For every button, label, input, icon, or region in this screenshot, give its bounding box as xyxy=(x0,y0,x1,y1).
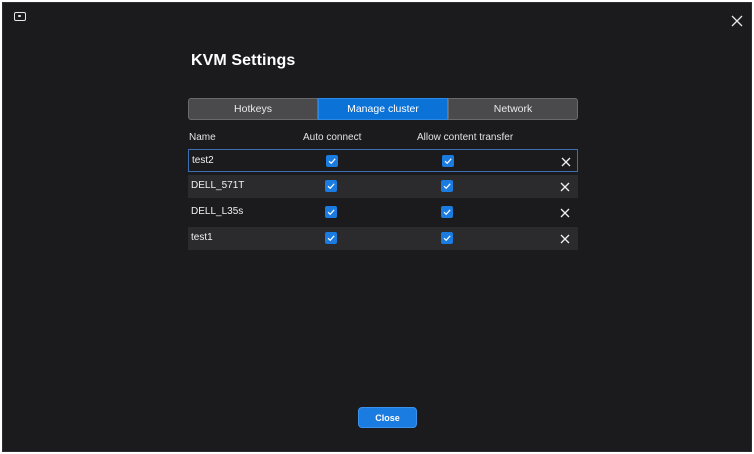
allow-content-transfer-checkbox[interactable] xyxy=(441,232,453,244)
checkmark-icon xyxy=(443,209,451,216)
allow-content-transfer-checkbox[interactable] xyxy=(441,206,453,218)
device-name: DELL_571T xyxy=(191,180,245,191)
device-name: test1 xyxy=(191,232,213,243)
table-row[interactable]: test2 xyxy=(188,149,578,172)
auto-connect-checkbox[interactable] xyxy=(325,232,337,244)
device-name: test2 xyxy=(192,155,214,166)
tab-hotkeys[interactable]: Hotkeys xyxy=(188,98,318,120)
table-row[interactable]: DELL_571T xyxy=(188,175,578,198)
kvm-settings-window: KVM Settings Hotkeys Manage cluster Netw… xyxy=(2,2,752,452)
auto-connect-checkbox[interactable] xyxy=(326,155,338,167)
checkmark-icon xyxy=(327,183,335,190)
checkmark-icon xyxy=(443,235,451,242)
auto-connect-checkbox[interactable] xyxy=(325,180,337,192)
device-name: DELL_L35s xyxy=(191,206,244,217)
checkmark-icon xyxy=(327,209,335,216)
column-header-allow-content-transfer: Allow content transfer xyxy=(417,132,514,143)
remove-device-close-icon[interactable] xyxy=(559,180,571,192)
column-header-name: Name xyxy=(189,132,216,143)
remove-device-close-icon[interactable] xyxy=(559,206,571,218)
checkmark-icon xyxy=(327,235,335,242)
table-row[interactable]: test1 xyxy=(188,227,578,250)
checkmark-icon xyxy=(443,183,451,190)
tab-manage-cluster[interactable]: Manage cluster xyxy=(318,98,448,120)
monitor-icon xyxy=(14,12,26,21)
allow-content-transfer-checkbox[interactable] xyxy=(441,180,453,192)
close-button[interactable]: Close xyxy=(358,407,417,428)
page-title: KVM Settings xyxy=(191,52,296,69)
remove-device-close-icon[interactable] xyxy=(560,155,572,167)
column-header-auto-connect: Auto connect xyxy=(303,132,362,143)
checkmark-icon xyxy=(444,158,452,165)
window-close-icon[interactable] xyxy=(729,13,745,29)
allow-content-transfer-checkbox[interactable] xyxy=(442,155,454,167)
remove-device-close-icon[interactable] xyxy=(559,232,571,244)
tab-network[interactable]: Network xyxy=(448,98,578,120)
table-row[interactable]: DELL_L35s xyxy=(188,201,578,224)
checkmark-icon xyxy=(328,158,336,165)
tab-bar: Hotkeys Manage cluster Network xyxy=(188,98,578,120)
auto-connect-checkbox[interactable] xyxy=(325,206,337,218)
